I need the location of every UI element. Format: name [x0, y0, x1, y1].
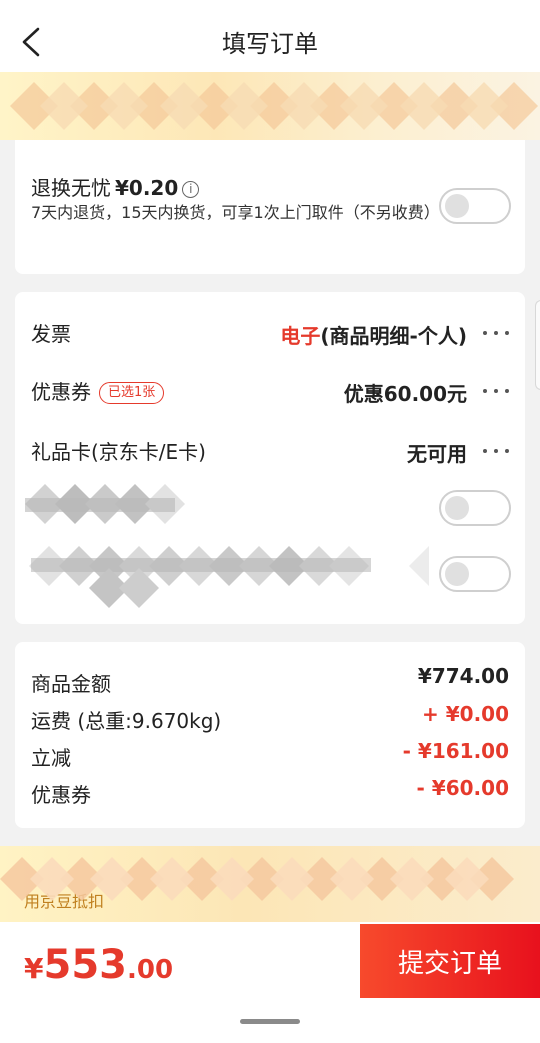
summary-label-coupon: 优惠券 [31, 783, 91, 807]
total-decimal: .00 [126, 955, 174, 985]
invoice-value[interactable]: 电子(商品明细-个人) [280, 320, 467, 349]
summary-label-shipping: 运费 (总重:9.670kg) [31, 709, 222, 733]
summary-value-discount: - ¥161.00 [402, 739, 509, 763]
side-drawer-handle[interactable] [535, 300, 540, 390]
service-title: 退换无忧 ¥0.20 i [31, 172, 200, 201]
summary-value-coupon: - ¥60.00 [416, 776, 509, 800]
option-toggle-1[interactable] [439, 490, 511, 526]
toggle-knob [445, 194, 469, 218]
summary-value-shipping: + ¥0.00 [422, 702, 509, 726]
option-toggle-2[interactable] [439, 556, 511, 592]
top-bar: 填写订单 [0, 0, 540, 82]
coupon-row-label: 优惠券 已选1张 [31, 376, 165, 405]
page-title: 填写订单 [222, 30, 318, 58]
giftcard-label: 礼品卡(京东卡/E卡) [31, 440, 206, 464]
giftcard-value[interactable]: 无可用 [407, 438, 467, 467]
summary-value-goods: ¥774.00 [417, 664, 509, 688]
promo-strip[interactable]: 用京豆抵扣 [0, 846, 540, 922]
obscured-banner [0, 72, 540, 140]
mosaic-pattern [10, 82, 538, 130]
giftcard-more-icon[interactable] [481, 446, 511, 456]
price-summary-card: 商品金额 ¥774.00 运费 (总重:9.670kg) + ¥0.00 立减 … [15, 642, 525, 828]
submit-order-button[interactable]: 提交订单 [360, 924, 540, 998]
coupon-value[interactable]: 优惠60.00元 [344, 378, 467, 407]
redacted-label-1 [25, 484, 185, 524]
return-service-card: 退换无忧 ¥0.20 i 7天内退货，15天内换货，可享1次上门取件（不另收费） [15, 140, 525, 274]
service-name: 退换无忧 [31, 176, 111, 200]
currency-symbol: ¥ [24, 952, 44, 985]
coupon-badge: 已选1张 [99, 382, 165, 404]
order-options-card: 发票 电子(商品明细-个人) 优惠券 已选1张 优惠60.00元 礼品卡(京东卡/… [15, 292, 525, 624]
promo-mosaic [0, 857, 514, 901]
coupon-more-icon[interactable] [481, 386, 511, 396]
info-icon[interactable]: i [182, 181, 200, 198]
summary-label-goods: 商品金额 [31, 672, 111, 696]
total-price: ¥553.00 [24, 942, 173, 988]
service-price: ¥0.20 [115, 176, 179, 200]
home-indicator[interactable] [240, 1019, 300, 1024]
invoice-detail: (商品明细-个人) [320, 324, 467, 348]
bottom-bar: ¥553.00 提交订单 [0, 922, 540, 1043]
toggle-knob [445, 562, 469, 586]
total-integer: 553 [43, 942, 127, 988]
invoice-more-icon[interactable] [481, 328, 511, 338]
service-description: 7天内退货，15天内换货，可享1次上门取件（不另收费） [31, 203, 440, 222]
redacted-label-2 [29, 546, 429, 608]
invoice-label: 发票 [31, 322, 71, 346]
invoice-type: 电子 [280, 324, 321, 348]
summary-label-discount: 立减 [31, 746, 71, 770]
toggle-knob [445, 496, 469, 520]
service-toggle[interactable] [439, 188, 511, 224]
coupon-label: 优惠券 [31, 380, 91, 404]
